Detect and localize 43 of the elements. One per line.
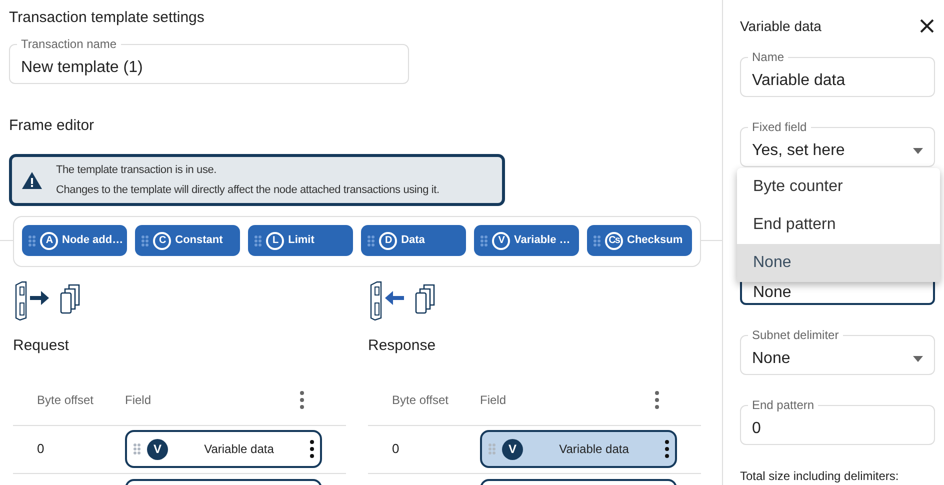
field-type-button[interactable]: D Data xyxy=(361,225,466,256)
more-options-icon[interactable] xyxy=(665,440,669,458)
dropdown-option[interactable]: Byte counter xyxy=(737,168,940,206)
drag-handle-icon xyxy=(141,234,150,246)
field-label: Fixed field xyxy=(748,120,811,134)
column-header: Byte offset xyxy=(391,392,450,409)
section-title: Frame editor xyxy=(9,116,96,136)
field-chip[interactable]: V Variable data xyxy=(480,430,677,468)
caret-icon xyxy=(913,356,923,362)
dropdown-option[interactable]: None xyxy=(737,244,940,282)
page-title: Transaction template settings xyxy=(9,8,206,28)
byte-offset: 0 xyxy=(36,440,46,458)
drag-handle-icon xyxy=(488,443,496,455)
field-label: Transaction name xyxy=(17,36,121,50)
drag-handle-icon xyxy=(254,234,262,246)
field-chip[interactable]: V Variable data xyxy=(125,430,322,468)
column-header: Field xyxy=(480,392,508,409)
field-type-button[interactable]: L Limit xyxy=(248,225,354,256)
footer-text: Total size including delimiters: xyxy=(740,468,900,485)
field-type-button[interactable]: C Constant xyxy=(135,225,240,256)
alert-text: Changes to the template will directly affect the node attached transactions using it. xyxy=(56,183,440,198)
drag-handle-icon xyxy=(28,234,36,246)
drag-handle-icon xyxy=(367,234,376,246)
field-type-button[interactable]: V Variable … xyxy=(474,225,579,256)
column-header: Byte offset xyxy=(36,392,94,409)
alert-text: The template transaction is in use. xyxy=(56,163,218,178)
panel-title: Variable data xyxy=(740,17,822,36)
field-label: End pattern xyxy=(748,398,818,412)
field-label: Subnet delimiter xyxy=(748,328,843,342)
field-type-button[interactable]: Cs Checksum xyxy=(587,225,692,256)
drag-handle-icon xyxy=(593,234,601,246)
more-options-icon[interactable] xyxy=(310,440,314,458)
drag-handle-icon xyxy=(133,443,141,455)
warning-icon xyxy=(22,172,42,188)
field-label: Name xyxy=(748,50,788,64)
drag-handle-icon xyxy=(480,234,488,246)
caret-icon xyxy=(913,148,923,154)
frame-title: Request xyxy=(13,336,70,356)
column-header: Field xyxy=(125,392,152,409)
dropdown-option[interactable]: End pattern xyxy=(737,206,940,244)
field-type-button[interactable]: A Node add… xyxy=(22,225,128,256)
byte-offset: 0 xyxy=(391,440,400,458)
frame-title: Response xyxy=(368,336,437,356)
